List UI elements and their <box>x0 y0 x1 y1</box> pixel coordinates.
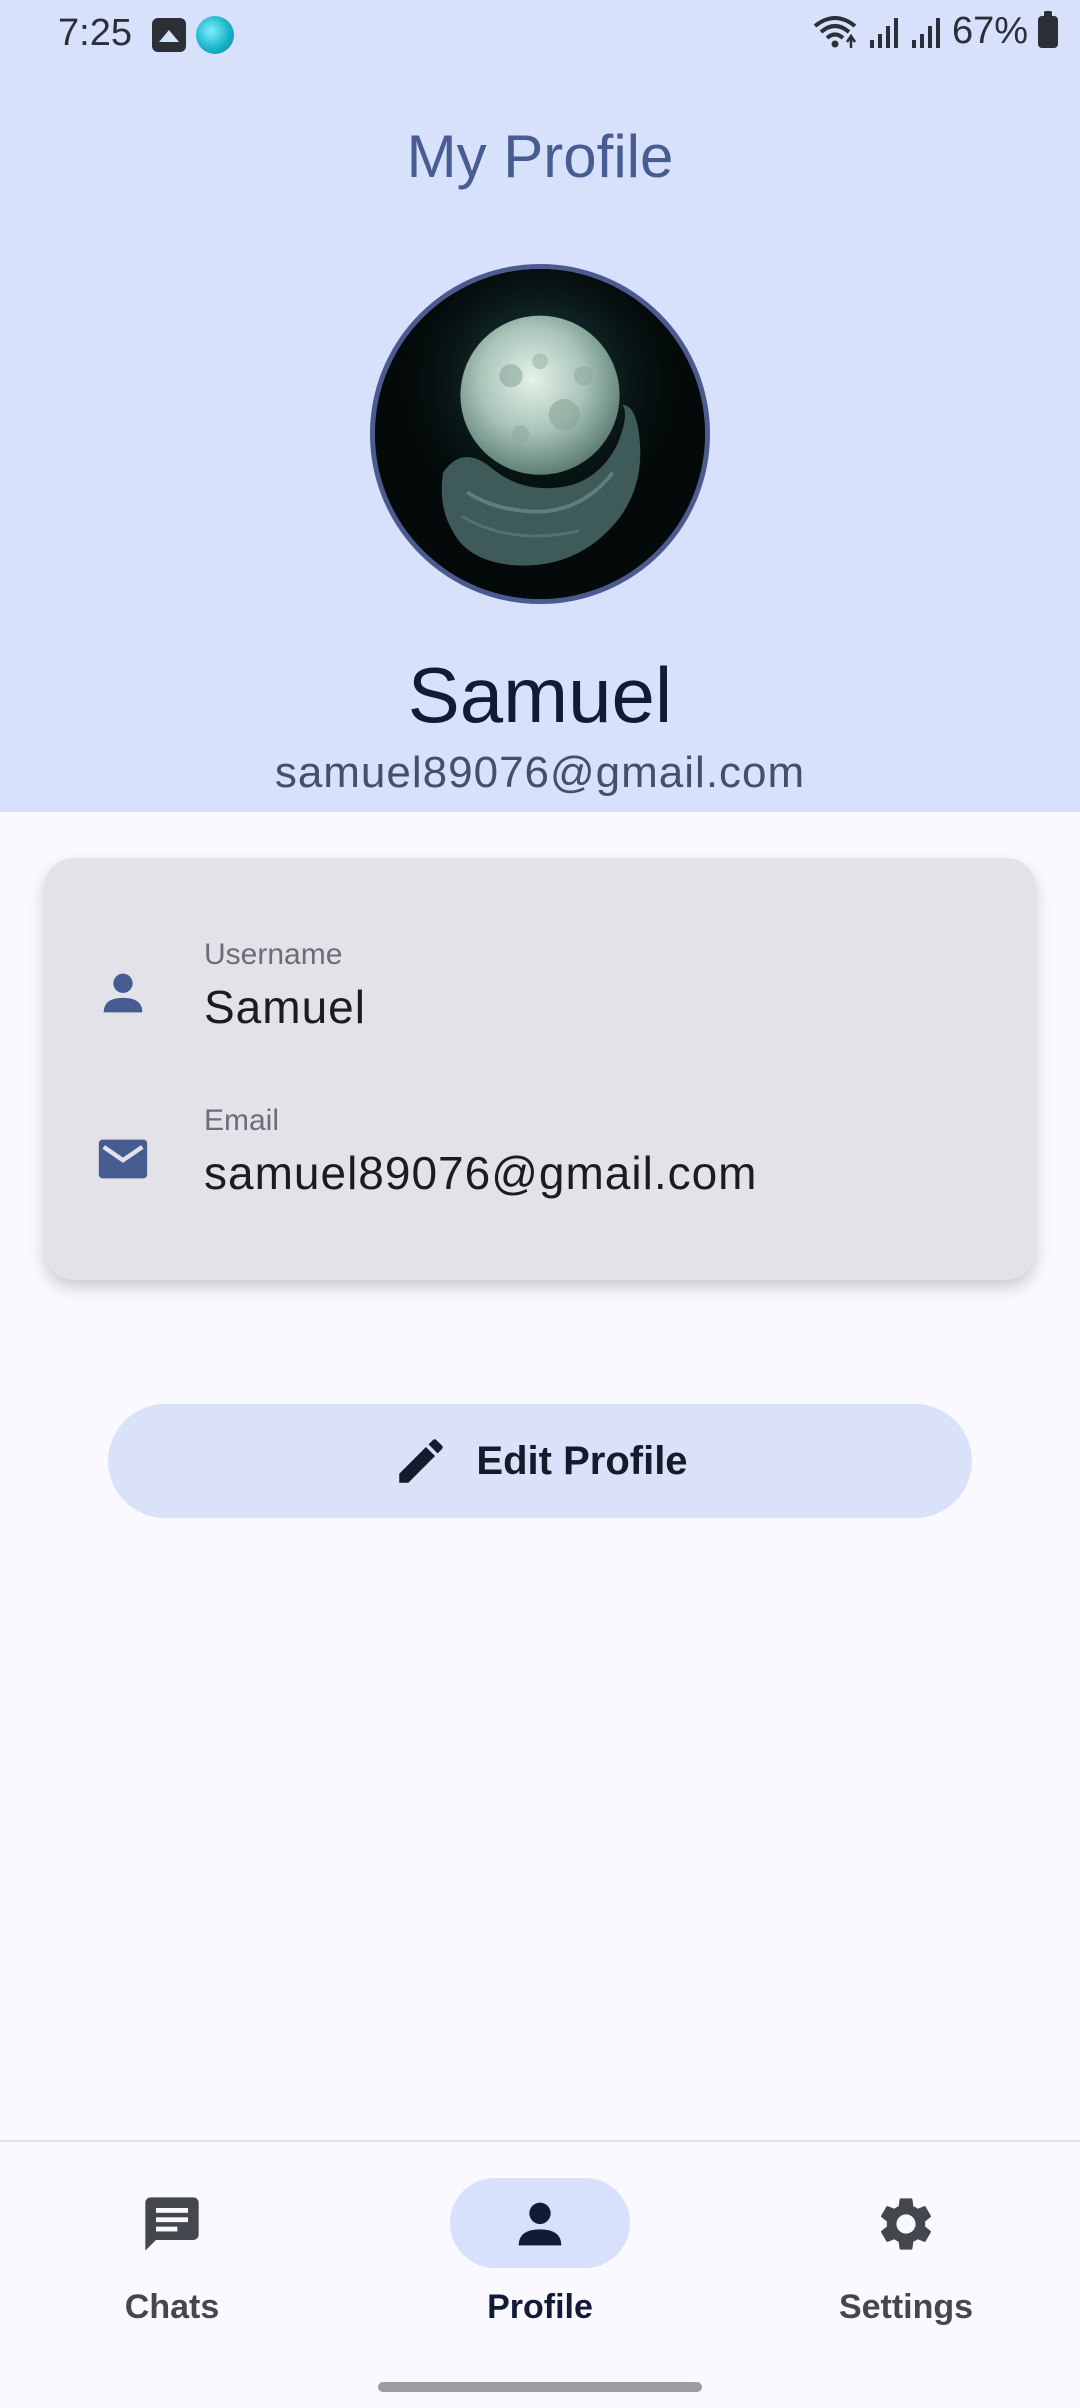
status-bar: 7:25 67% <box>0 0 1080 70</box>
profile-info-card: Username Samuel Email samuel89076@gmail.… <box>44 858 1036 1280</box>
username-row: Username Samuel <box>44 938 1036 1068</box>
profile-screen: 7:25 67% My Profile Samuel samuel89076@g… <box>0 0 1080 2408</box>
profile-email: samuel89076@gmail.com <box>274 748 806 797</box>
profile-header: 7:25 67% My Profile Samuel samuel89076@g… <box>0 0 1080 812</box>
signal-icon-2 <box>911 17 940 48</box>
nav-label-chats: Chats <box>124 2288 220 2326</box>
nav-label-settings: Settings <box>838 2288 974 2326</box>
signal-icon-1 <box>869 17 898 48</box>
gallery-notification-icon <box>152 18 186 52</box>
person-icon <box>103 973 143 1013</box>
email-row: Email samuel89076@gmail.com <box>44 1104 1036 1234</box>
username-value: Samuel <box>204 981 366 1033</box>
nav-item-chats[interactable]: Chats <box>52 2178 292 2338</box>
gear-icon <box>881 2198 931 2250</box>
nav-item-settings[interactable]: Settings <box>786 2178 1026 2338</box>
email-value: samuel89076@gmail.com <box>204 1147 758 1199</box>
battery-icon <box>1038 10 1058 48</box>
nav-label-profile: Profile <box>487 2288 593 2326</box>
avatar[interactable] <box>370 264 710 604</box>
edit-profile-button[interactable]: Edit Profile <box>108 1404 972 1518</box>
chat-icon <box>145 2197 199 2251</box>
avatar-image <box>375 269 705 599</box>
email-label: Email <box>204 1104 280 1137</box>
app-notification-icon <box>196 16 234 54</box>
gesture-handle[interactable] <box>378 2382 702 2392</box>
battery-percentage: 67% <box>951 10 1028 52</box>
nav-item-profile[interactable]: Profile <box>420 2178 660 2338</box>
wifi-icon <box>813 15 857 48</box>
status-indicators: 67% <box>812 10 1058 53</box>
edit-profile-label: Edit Profile <box>476 1438 688 1483</box>
page-title: My Profile <box>406 123 674 190</box>
mail-icon <box>98 1139 148 1179</box>
bottom-navigation: Chats Profile Settings <box>0 2140 1080 2408</box>
status-time: 7:25 <box>58 12 132 54</box>
username-label: Username <box>204 938 343 971</box>
pencil-icon <box>399 1439 444 1483</box>
profile-name: Samuel <box>407 651 673 739</box>
person-icon <box>518 2202 562 2246</box>
